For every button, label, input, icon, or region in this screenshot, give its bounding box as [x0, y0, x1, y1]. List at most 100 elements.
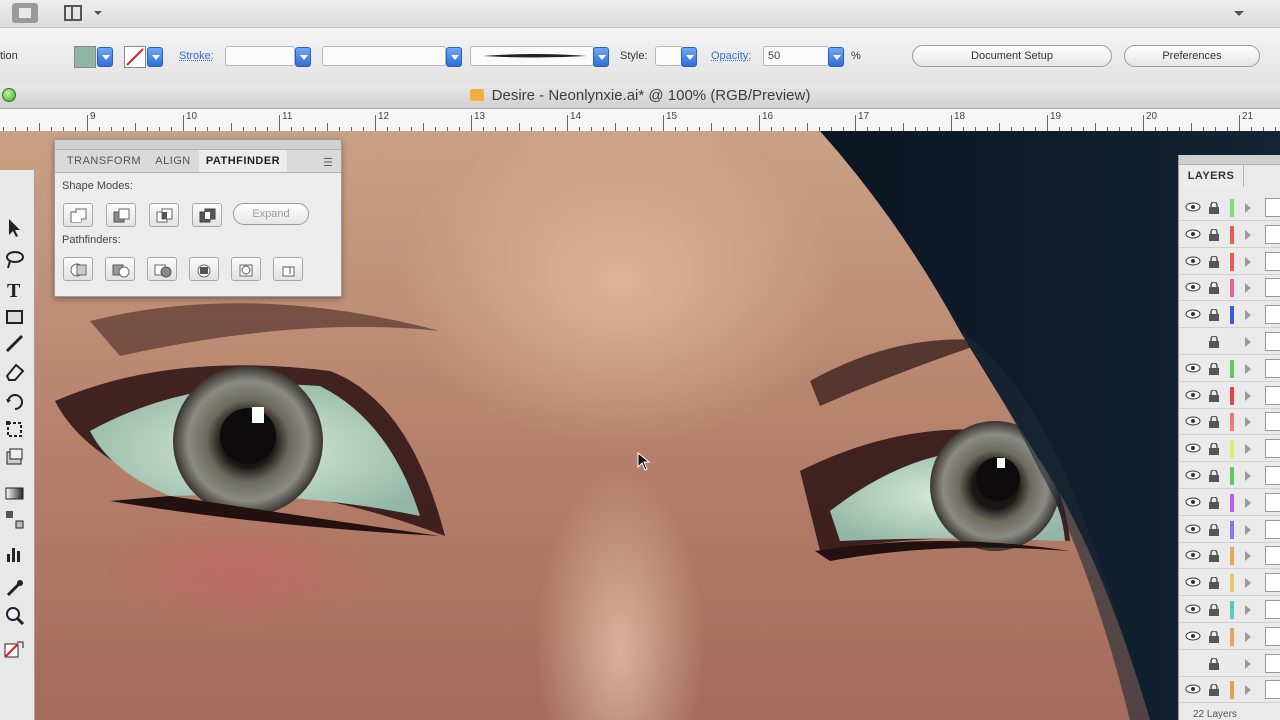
layer-row[interactable]	[1179, 570, 1280, 596]
opacity-label[interactable]: Opacity:	[711, 50, 751, 62]
stroke-weight-stepper[interactable]	[225, 46, 295, 66]
visibility-eye-icon[interactable]	[1185, 229, 1201, 239]
zoom-tool-icon[interactable]	[3, 604, 27, 626]
fill-swatch[interactable]	[74, 46, 96, 68]
layers-panel-grip[interactable]	[1179, 155, 1280, 165]
lock-icon[interactable]	[1208, 684, 1220, 696]
home-icon[interactable]	[12, 3, 38, 23]
expand-triangle-icon[interactable]	[1245, 525, 1251, 535]
fill-stroke-icon[interactable]	[3, 640, 27, 662]
opacity-dropdown[interactable]	[828, 47, 844, 67]
crop-icon[interactable]	[189, 257, 219, 281]
expand-triangle-icon[interactable]	[1245, 578, 1251, 588]
expand-triangle-icon[interactable]	[1245, 391, 1251, 401]
lock-icon[interactable]	[1208, 631, 1220, 643]
visibility-eye-icon[interactable]	[1185, 684, 1201, 694]
visibility-eye-icon[interactable]	[1185, 336, 1201, 346]
visibility-eye-icon[interactable]	[1185, 497, 1201, 507]
expand-triangle-icon[interactable]	[1245, 310, 1251, 320]
lock-icon[interactable]	[1208, 202, 1220, 214]
layer-row[interactable]	[1179, 543, 1280, 569]
visibility-eye-icon[interactable]	[1185, 390, 1201, 400]
expand-triangle-icon[interactable]	[1245, 203, 1251, 213]
minus-front-icon[interactable]	[106, 203, 136, 227]
layer-row[interactable]	[1179, 677, 1280, 703]
layer-row[interactable]	[1179, 597, 1280, 623]
brush-definition-field[interactable]	[470, 46, 594, 66]
divide-icon[interactable]	[63, 257, 93, 281]
visibility-eye-icon[interactable]	[1185, 416, 1201, 426]
visibility-eye-icon[interactable]	[1185, 309, 1201, 319]
lock-icon[interactable]	[1208, 309, 1220, 321]
expand-triangle-icon[interactable]	[1245, 685, 1251, 695]
merge-icon[interactable]	[147, 257, 177, 281]
layout-icon[interactable]	[62, 3, 90, 23]
stroke-label[interactable]: Stroke:	[179, 50, 214, 62]
visibility-eye-icon[interactable]	[1185, 256, 1201, 266]
layer-row[interactable]	[1179, 383, 1280, 409]
visibility-eye-icon[interactable]	[1185, 631, 1201, 641]
lock-icon[interactable]	[1208, 470, 1220, 482]
layer-row[interactable]	[1179, 356, 1280, 382]
visibility-eye-icon[interactable]	[1185, 524, 1201, 534]
variable-width-field[interactable]	[322, 46, 446, 66]
visibility-eye-icon[interactable]	[1185, 282, 1201, 292]
visibility-eye-icon[interactable]	[1185, 658, 1201, 668]
lock-icon[interactable]	[1208, 497, 1220, 509]
expand-triangle-icon[interactable]	[1245, 632, 1251, 642]
layer-row[interactable]	[1179, 436, 1280, 462]
expand-triangle-icon[interactable]	[1245, 605, 1251, 615]
blend-tool-icon[interactable]	[3, 508, 27, 530]
expand-triangle-icon[interactable]	[1245, 444, 1251, 454]
lock-icon[interactable]	[1208, 577, 1220, 589]
chevron-down-icon[interactable]	[92, 3, 104, 23]
lock-icon[interactable]	[1208, 256, 1220, 268]
layer-row[interactable]	[1179, 624, 1280, 650]
expand-triangle-icon[interactable]	[1245, 283, 1251, 293]
expand-triangle-icon[interactable]	[1245, 417, 1251, 427]
expand-triangle-icon[interactable]	[1245, 230, 1251, 240]
layer-row[interactable]	[1179, 329, 1280, 355]
layer-row[interactable]	[1179, 275, 1280, 301]
eyedropper-tool-icon[interactable]	[3, 576, 27, 598]
layer-row[interactable]	[1179, 222, 1280, 248]
variable-width-dropdown[interactable]	[446, 47, 462, 67]
intersect-icon[interactable]	[149, 203, 179, 227]
expand-triangle-icon[interactable]	[1245, 498, 1251, 508]
exclude-icon[interactable]	[192, 203, 222, 227]
layer-row[interactable]	[1179, 302, 1280, 328]
selection-tool-icon[interactable]	[3, 216, 27, 238]
free-transform-tool-icon[interactable]	[3, 418, 27, 440]
layer-row[interactable]	[1179, 651, 1280, 677]
layer-row[interactable]	[1179, 249, 1280, 275]
tab-layers[interactable]: LAYERS	[1179, 165, 1244, 187]
style-dropdown[interactable]	[681, 47, 697, 67]
symbol-tool-icon[interactable]	[3, 446, 27, 468]
lock-icon[interactable]	[1208, 416, 1220, 428]
horizontal-ruler[interactable]: 9 10 11 12 13 14 15 16 17 18 19 20 21	[0, 109, 1280, 132]
layer-row[interactable]	[1179, 490, 1280, 516]
lock-icon[interactable]	[1208, 229, 1220, 241]
expand-triangle-icon[interactable]	[1245, 659, 1251, 669]
expand-triangle-icon[interactable]	[1245, 337, 1251, 347]
type-tool-icon[interactable]: T	[3, 278, 27, 300]
tab-pathfinder[interactable]: PATHFINDER	[199, 150, 287, 172]
brush-definition-dropdown[interactable]	[593, 47, 609, 67]
visibility-eye-icon[interactable]	[1185, 202, 1201, 212]
lock-icon[interactable]	[1208, 524, 1220, 536]
visibility-eye-icon[interactable]	[1185, 443, 1201, 453]
expand-triangle-icon[interactable]	[1245, 257, 1251, 267]
fill-dropdown[interactable]	[97, 47, 113, 67]
workspace-chevron-down-icon[interactable]	[1232, 3, 1246, 23]
document-setup-button[interactable]: Document Setup	[912, 45, 1112, 67]
trim-icon[interactable]	[105, 257, 135, 281]
visibility-eye-icon[interactable]	[1185, 604, 1201, 614]
minus-back-icon[interactable]	[273, 257, 303, 281]
lock-icon[interactable]	[1208, 443, 1220, 455]
graph-tool-icon[interactable]	[3, 542, 27, 564]
stroke-swatch[interactable]	[124, 46, 146, 68]
eraser-tool-icon[interactable]	[3, 360, 27, 382]
lasso-tool-icon[interactable]	[3, 248, 27, 270]
pencil-tool-icon[interactable]	[3, 332, 27, 354]
lock-icon[interactable]	[1208, 390, 1220, 402]
